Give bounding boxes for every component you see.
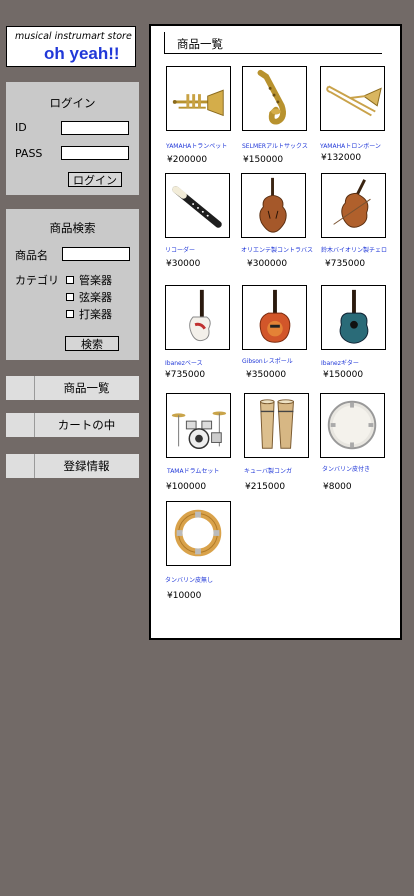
conga-icon[interactable] <box>244 393 309 458</box>
nav-registration-info[interactable]: 登録情報 <box>6 454 139 478</box>
product-name-6[interactable]: Ibanezベース <box>165 358 203 367</box>
product-list-heading: 商品一覧 <box>164 32 382 54</box>
product-name-3[interactable]: リコーダー <box>165 245 195 254</box>
nav-cart[interactable]: カートの中 <box>6 413 139 437</box>
product-name-11[interactable]: タンバリン皮付き <box>322 464 370 473</box>
tambourine-ring-icon[interactable] <box>166 501 231 566</box>
acoustic-guitar-icon[interactable] <box>321 285 386 350</box>
product-price-10: ¥215000 <box>245 482 286 492</box>
pass-label: PASS <box>15 147 43 160</box>
contrabass-icon[interactable] <box>241 173 306 238</box>
product-price-3: ¥30000 <box>166 259 201 269</box>
product-price-0: ¥200000 <box>167 155 208 165</box>
search-title: 商品検索 <box>49 221 96 235</box>
product-name-input[interactable] <box>62 247 130 261</box>
category-percussion-label: 打楽器 <box>79 308 112 321</box>
product-price-6: ¥735000 <box>165 370 206 380</box>
category-wind-label: 管楽器 <box>79 274 112 287</box>
trumpet-icon[interactable] <box>166 66 231 131</box>
category-label: カテゴリ <box>15 274 59 287</box>
product-price-5: ¥735000 <box>325 259 366 269</box>
id-input[interactable] <box>61 121 129 135</box>
product-price-7: ¥350000 <box>246 370 287 380</box>
product-name-8[interactable]: Ibanezギター <box>321 358 359 367</box>
login-panel: ログイン ID PASS ログイン <box>6 82 139 195</box>
search-panel: 商品検索 商品名 カテゴリ 管楽器 弦楽器 打楽器 検索 <box>6 209 139 360</box>
category-string-label: 弦楽器 <box>79 291 112 304</box>
logo-tagline: musical instrumart store <box>15 31 132 42</box>
product-name-5[interactable]: 鈴木バイオリン製チェロ <box>321 245 387 254</box>
search-button[interactable]: 検索 <box>65 336 119 351</box>
bass-guitar-icon[interactable] <box>165 285 230 350</box>
product-list-title: 商品一覧 <box>177 37 223 51</box>
product-name-2[interactable]: YAMAHAトロンボーン <box>320 141 381 150</box>
drum-set-icon[interactable] <box>166 393 231 458</box>
product-name-12[interactable]: タンバリン皮無し <box>165 575 213 584</box>
pass-input[interactable] <box>61 146 129 160</box>
product-price-4: ¥300000 <box>247 259 288 269</box>
saxophone-icon[interactable] <box>242 66 307 131</box>
product-price-8: ¥150000 <box>323 370 364 380</box>
nav-product-list[interactable]: 商品一覧 <box>6 376 139 400</box>
product-list-panel: 商品一覧 YAMAHAトランペット SELMERアルトサックス YAMAHAトロ… <box>149 24 402 640</box>
product-name-10[interactable]: キューバ製コンガ <box>244 466 292 475</box>
tambourine-icon[interactable] <box>320 393 385 458</box>
product-name-label: 商品名 <box>15 249 48 262</box>
store-logo[interactable]: musical instrumart store oh yeah!! <box>6 26 136 67</box>
login-button[interactable]: ログイン <box>68 172 122 187</box>
product-name-0[interactable]: YAMAHAトランペット <box>166 141 227 150</box>
recorder-icon[interactable] <box>165 173 230 238</box>
category-checkbox-wind[interactable] <box>66 276 74 284</box>
product-name-4[interactable]: オリエンテ製コントラバス <box>241 245 313 254</box>
product-price-11: ¥8000 <box>323 482 352 492</box>
logo-title: oh yeah!! <box>44 44 120 63</box>
product-price-12: ¥10000 <box>167 591 202 601</box>
nav-registration-label: 登録情報 <box>63 459 110 473</box>
product-name-9[interactable]: TAMAドラムセット <box>167 466 219 475</box>
product-price-1: ¥150000 <box>243 155 284 165</box>
les-paul-icon[interactable] <box>242 285 307 350</box>
category-checkbox-percussion[interactable] <box>66 310 74 318</box>
login-title: ログイン <box>49 96 96 110</box>
product-price-2: ¥132000 <box>321 153 362 163</box>
product-name-7[interactable]: Gibsonレスポール <box>242 356 293 365</box>
id-label: ID <box>15 121 27 134</box>
category-checkbox-string[interactable] <box>66 293 74 301</box>
nav-product-list-label: 商品一覧 <box>63 381 110 395</box>
trombone-icon[interactable] <box>320 66 385 131</box>
product-name-1[interactable]: SELMERアルトサックス <box>242 141 308 150</box>
cello-icon[interactable] <box>321 173 386 238</box>
product-price-9: ¥100000 <box>166 482 207 492</box>
nav-cart-label: カートの中 <box>57 418 116 432</box>
